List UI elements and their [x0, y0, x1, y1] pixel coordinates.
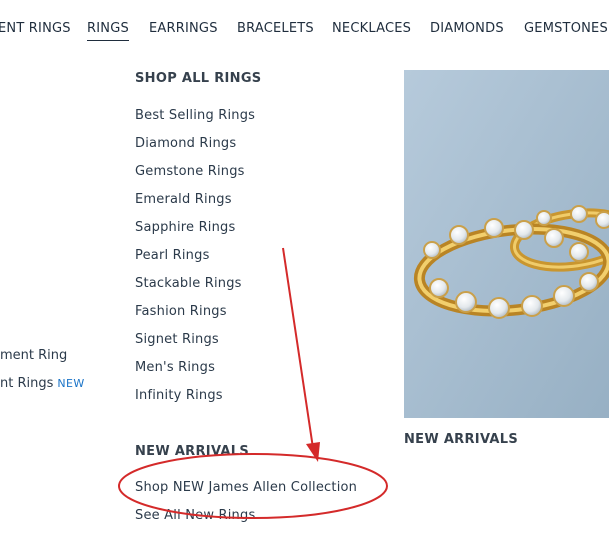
shop-all-rings-heading: SHOP ALL RINGS — [135, 71, 262, 86]
top-nav: ENT RINGS RINGS EARRINGS BRACELETS NECKL… — [0, 0, 609, 56]
menu-link-stackable-rings[interactable]: Stackable Rings — [135, 276, 242, 291]
annotation-arrow-line — [282, 247, 314, 449]
menu-link-best-selling-rings[interactable]: Best Selling Rings — [135, 108, 255, 123]
nav-gemstones[interactable]: GEMSTONES — [524, 21, 608, 36]
earrings-illustration — [404, 70, 609, 418]
menu-link-sapphire-rings[interactable]: Sapphire Rings — [135, 220, 235, 235]
promo-image-earrings[interactable] — [404, 70, 609, 418]
nav-necklaces[interactable]: NECKLACES — [332, 21, 411, 36]
left-link-engagement-ring[interactable]: ment Ring — [0, 348, 67, 363]
menu-link-signet-rings[interactable]: Signet Rings — [135, 332, 219, 347]
nav-engagement-rings[interactable]: ENT RINGS — [0, 21, 71, 36]
nav-diamonds[interactable]: DIAMONDS — [430, 21, 504, 36]
menu-link-pearl-rings[interactable]: Pearl Rings — [135, 248, 210, 263]
menu-link-infinity-rings[interactable]: Infinity Rings — [135, 388, 223, 403]
annotation-arrowhead — [306, 442, 320, 462]
menu-link-mens-rings[interactable]: Men's Rings — [135, 360, 215, 375]
nav-rings[interactable]: RINGS — [87, 21, 129, 41]
menu-link-diamond-rings[interactable]: Diamond Rings — [135, 136, 236, 151]
menu-link-james-allen-collection[interactable]: Shop NEW James Allen Collection — [135, 480, 357, 495]
menu-link-fashion-rings[interactable]: Fashion Rings — [135, 304, 227, 319]
menu-link-emerald-rings[interactable]: Emerald Rings — [135, 192, 232, 207]
nav-earrings[interactable]: EARRINGS — [149, 21, 218, 36]
menu-link-see-all-new-rings[interactable]: See All New Rings — [135, 508, 255, 523]
new-badge: NEW — [57, 377, 85, 390]
nav-bracelets[interactable]: BRACELETS — [237, 21, 314, 36]
left-link-new-rings[interactable]: nt Rings NEW — [0, 376, 85, 391]
promo-label[interactable]: NEW ARRIVALS — [404, 432, 518, 447]
menu-link-gemstone-rings[interactable]: Gemstone Rings — [135, 164, 245, 179]
new-arrivals-heading: NEW ARRIVALS — [135, 444, 250, 459]
